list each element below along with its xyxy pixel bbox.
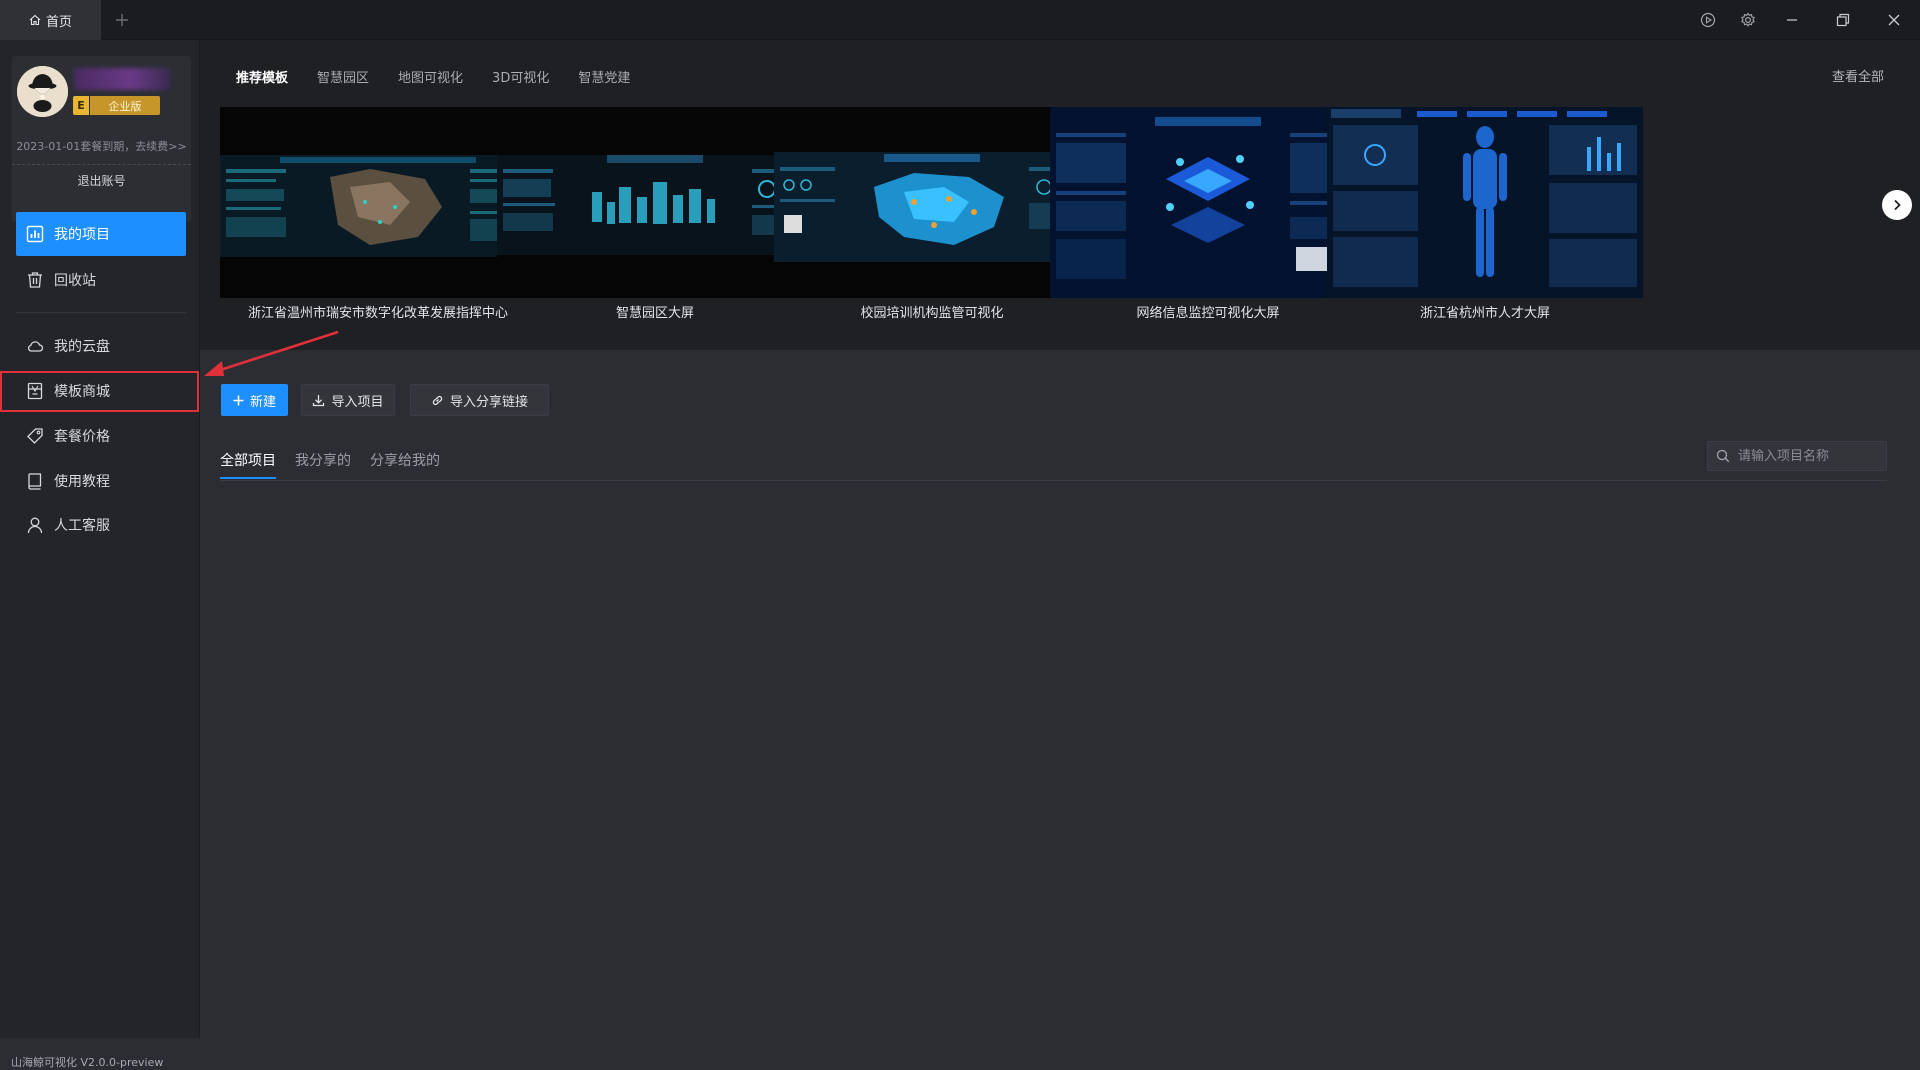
edition-letter-badge: E bbox=[73, 96, 89, 115]
app-version: 山海鲸可视化 V2.0.0-preview bbox=[11, 1056, 164, 1069]
trash-icon bbox=[28, 272, 42, 288]
close-button[interactable] bbox=[1874, 0, 1914, 40]
dashboard-preview-image bbox=[1327, 107, 1643, 298]
sidebar-item-label: 我的项目 bbox=[54, 227, 110, 243]
tab-shared-with-me[interactable]: 分享给我的 bbox=[370, 450, 440, 479]
project-tabs: 全部项目 我分享的 分享给我的 bbox=[220, 450, 440, 479]
sidebar-divider bbox=[16, 312, 186, 313]
template-tab-map[interactable]: 地图可视化 bbox=[398, 67, 463, 86]
new-project-button[interactable]: 新建 bbox=[221, 384, 288, 416]
logout-button[interactable]: 退出账号 bbox=[12, 172, 191, 192]
tab-home-label: 首页 bbox=[45, 14, 72, 30]
template-thumbnail[interactable] bbox=[220, 107, 536, 298]
minimize-button[interactable] bbox=[1772, 0, 1812, 40]
sidebar-item-label: 人工客服 bbox=[54, 518, 110, 534]
sidebar-item-support[interactable]: 人工客服 bbox=[16, 503, 186, 547]
home-icon bbox=[29, 14, 41, 26]
book-icon bbox=[28, 473, 42, 490]
settings-button[interactable] bbox=[1728, 0, 1768, 40]
tutorial-play-button[interactable] bbox=[1688, 0, 1728, 40]
dashboard-preview-image bbox=[497, 107, 813, 298]
user-card: E 企业版 2023-01-01套餐到期，去续费>> 退出账号 bbox=[12, 56, 191, 222]
restore-button[interactable] bbox=[1823, 0, 1863, 40]
dashboard-preview-image bbox=[1050, 107, 1366, 298]
restore-icon bbox=[1836, 13, 1850, 27]
play-circle-icon bbox=[1700, 12, 1716, 28]
plus-icon bbox=[233, 395, 244, 405]
tab-all-projects[interactable]: 全部项目 bbox=[220, 450, 276, 479]
sidebar-item-tutorial[interactable]: 使用教程 bbox=[16, 459, 186, 503]
card-divider bbox=[12, 164, 191, 165]
tab-home[interactable]: 首页 bbox=[0, 0, 101, 40]
annotation-highlight-box bbox=[0, 371, 199, 412]
template-title: 网络信息监控可视化大屏 bbox=[1136, 306, 1280, 321]
close-icon bbox=[1888, 14, 1900, 26]
sidebar-item-recycle-bin[interactable]: 回收站 bbox=[16, 258, 186, 302]
view-all-link[interactable]: 查看全部 bbox=[1832, 66, 1884, 85]
sidebar-item-label: 我的云盘 bbox=[54, 339, 110, 355]
tag-icon bbox=[27, 428, 43, 444]
new-project-label: 新建 bbox=[249, 394, 276, 410]
chevron-right-icon bbox=[1894, 199, 1901, 211]
template-next-button[interactable] bbox=[1882, 190, 1912, 220]
template-title: 智慧园区大屏 bbox=[615, 306, 694, 321]
template-title: 浙江省杭州市人才大屏 bbox=[1419, 306, 1550, 321]
template-title: 校园培训机构监管可视化 bbox=[860, 306, 1004, 321]
project-search bbox=[1707, 441, 1887, 471]
edition-badge: 企业版 bbox=[90, 96, 160, 115]
sidebar-item-label: 使用教程 bbox=[54, 474, 110, 490]
search-icon bbox=[1716, 449, 1730, 463]
template-tab-party[interactable]: 智慧党建 bbox=[578, 67, 630, 86]
dashboard-preview-image bbox=[774, 107, 1090, 298]
template-thumbnail[interactable] bbox=[774, 107, 1090, 298]
template-thumbnail[interactable] bbox=[497, 107, 813, 298]
sidebar-item-label: 套餐价格 bbox=[54, 429, 110, 445]
template-tab-recommended[interactable]: 推荐模板 bbox=[236, 67, 288, 86]
username-redacted bbox=[74, 68, 170, 90]
link-icon bbox=[432, 395, 443, 405]
add-tab-button[interactable] bbox=[110, 8, 134, 32]
cloud-icon bbox=[27, 341, 44, 352]
bar-chart-icon bbox=[26, 225, 44, 243]
dashboard-preview-image bbox=[220, 107, 536, 298]
avatar-hat-icon bbox=[17, 66, 68, 117]
template-tab-smart-park[interactable]: 智慧园区 bbox=[317, 67, 369, 86]
tab-my-shared[interactable]: 我分享的 bbox=[295, 450, 351, 479]
template-category-tabs: 推荐模板 智慧园区 地图可视化 3D可视化 智慧党建 bbox=[236, 67, 630, 86]
annotation-arrow bbox=[204, 330, 339, 376]
plan-expire-link[interactable]: 2023-01-01套餐到期，去续费>> bbox=[12, 138, 191, 154]
sidebar-item-my-projects[interactable]: 我的项目 bbox=[16, 212, 186, 256]
title-bar: 首页 bbox=[0, 0, 1920, 40]
download-icon bbox=[313, 394, 325, 406]
tabs-divider bbox=[220, 480, 1887, 481]
plus-icon bbox=[116, 14, 128, 26]
sidebar-item-pricing[interactable]: 套餐价格 bbox=[16, 414, 186, 458]
search-input[interactable] bbox=[1736, 443, 1876, 469]
import-project-label: 导入项目 bbox=[331, 394, 384, 410]
main-content: 推荐模板 智慧园区 地图可视化 3D可视化 智慧党建 查看全部 浙江省温州市瑞安… bbox=[200, 40, 1920, 1038]
template-thumbnail[interactable] bbox=[1327, 107, 1643, 298]
template-thumbnail[interactable] bbox=[1050, 107, 1366, 298]
user-icon bbox=[27, 517, 43, 534]
sidebar-item-label: 回收站 bbox=[54, 273, 96, 289]
avatar[interactable] bbox=[17, 66, 68, 117]
import-share-link-button[interactable]: 导入分享链接 bbox=[410, 384, 549, 416]
minimize-icon bbox=[1787, 19, 1797, 21]
import-project-button[interactable]: 导入项目 bbox=[301, 384, 395, 416]
import-share-link-label: 导入分享链接 bbox=[449, 394, 528, 410]
sidebar-item-cloud[interactable]: 我的云盘 bbox=[16, 324, 186, 368]
sidebar: E 企业版 2023-01-01套餐到期，去续费>> 退出账号 我的项目 回收站… bbox=[0, 40, 200, 1069]
template-panel: 推荐模板 智慧园区 地图可视化 3D可视化 智慧党建 查看全部 浙江省温州市瑞安… bbox=[200, 40, 1920, 350]
settings-icon bbox=[1741, 12, 1755, 27]
template-title: 浙江省温州市瑞安市数字化改革发展指挥中心 bbox=[247, 306, 508, 321]
template-tab-3d[interactable]: 3D可视化 bbox=[492, 67, 549, 86]
